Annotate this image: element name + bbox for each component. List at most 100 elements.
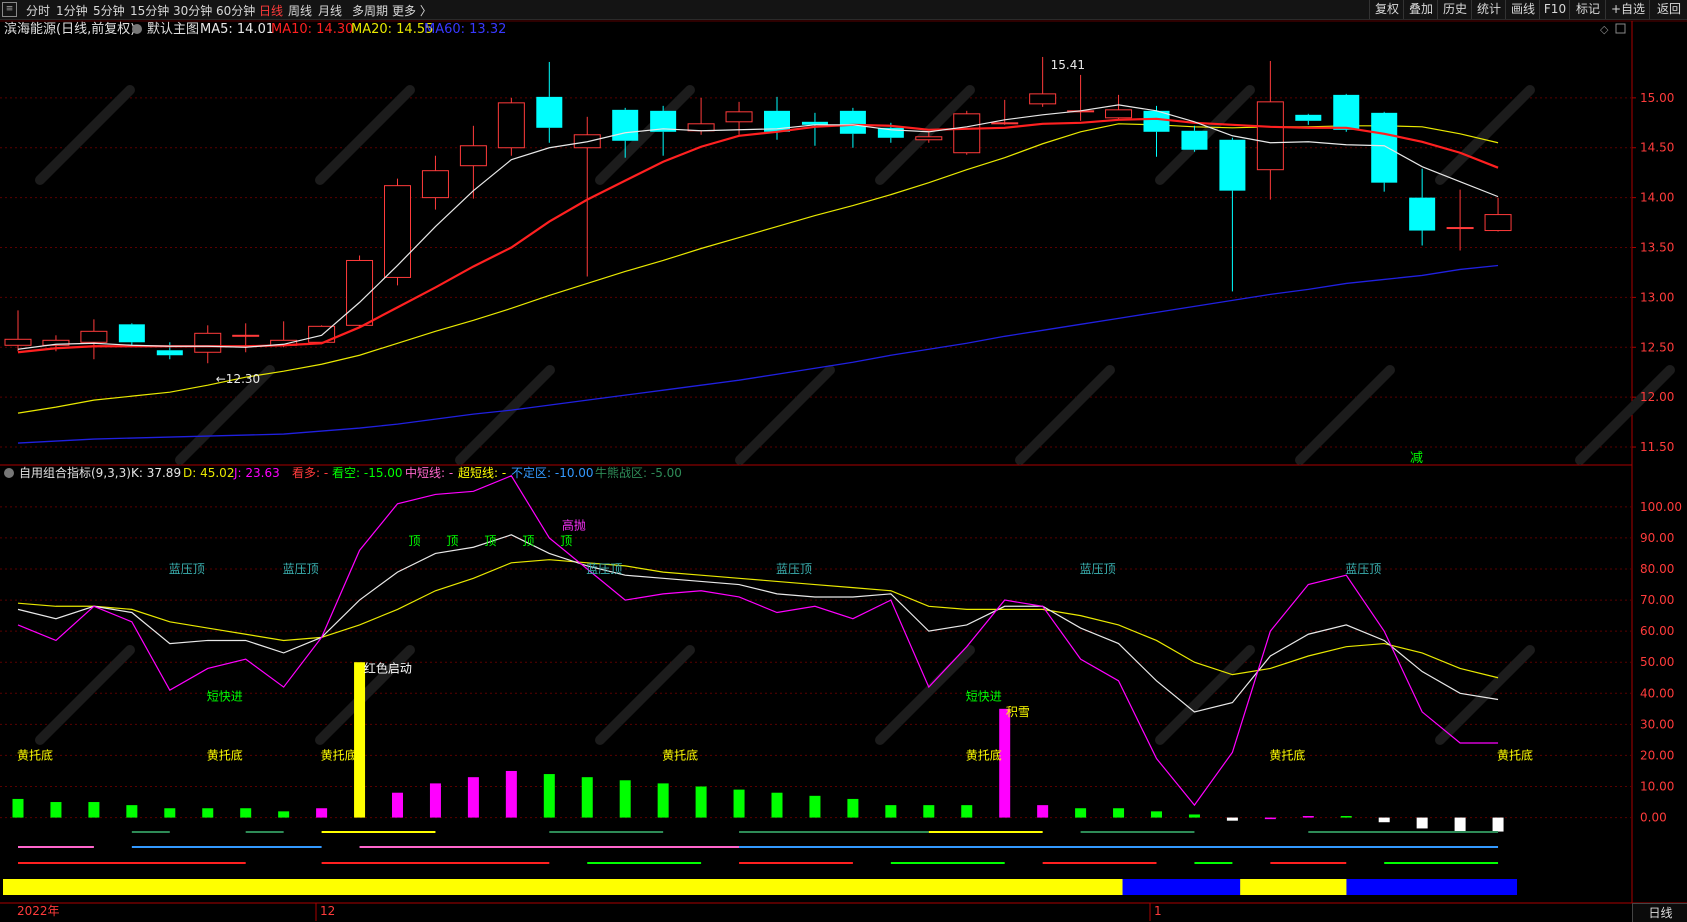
- indicator-tick-label: 10.00: [1640, 780, 1674, 794]
- d-value: D: 45.02: [183, 466, 234, 480]
- watermark-stroke: [315, 85, 415, 185]
- signal-label: 顶: [446, 534, 458, 548]
- signal-bar: [1264, 817, 1276, 820]
- signal-bar: [619, 780, 631, 818]
- candle-body-down: [1181, 130, 1208, 150]
- mid-value: 中短线: -: [405, 465, 453, 480]
- price-tick-label: 12.50: [1640, 340, 1674, 354]
- indicator-tick-label: 0.00: [1640, 811, 1667, 825]
- signal-bar: [278, 811, 290, 818]
- watermark-stroke: [875, 645, 975, 745]
- indicator-name[interactable]: 自用组合指标(9,3,3): [19, 465, 131, 480]
- low-price-label: ←12.30: [216, 372, 260, 386]
- candle-body-up: [497, 102, 525, 149]
- indicator-axis: 100.00 90.00 80.00 70.00 60.00 50.00 40.00 30.0…: [1640, 500, 1682, 825]
- signal-bar: [1113, 808, 1125, 818]
- indicator-tick-label: 50.00: [1640, 655, 1674, 669]
- candle-body-down: [839, 110, 866, 134]
- signal-label: 短快进: [207, 689, 243, 703]
- settings-icon[interactable]: [132, 24, 142, 34]
- candle-body-up: [1484, 214, 1512, 232]
- candle-body-up: [915, 136, 943, 141]
- signal-bar: [164, 808, 176, 818]
- signal-label: 黄托底: [17, 747, 53, 762]
- diamond-icon[interactable]: ◇: [1600, 23, 1609, 36]
- signal-bar: [923, 805, 935, 818]
- signal-label: 积雪: [1006, 705, 1030, 719]
- signal-bar: [885, 805, 897, 818]
- signal-bar: [657, 783, 669, 818]
- candle-body-up: [421, 170, 449, 199]
- signal-bar: [695, 786, 707, 818]
- window-icon[interactable]: [1615, 23, 1626, 34]
- signal-bars: [12, 662, 1504, 832]
- candle-body-down: [1295, 114, 1322, 121]
- watermark-stroke: [735, 365, 835, 465]
- signal-label: 黄托底: [1497, 747, 1533, 762]
- signal-bar: [392, 792, 403, 818]
- indicator-tick-label: 100.00: [1640, 500, 1682, 514]
- candle-body-down: [156, 350, 183, 356]
- signal-bar: [1416, 817, 1428, 829]
- high-price-label: 15.41: [1051, 58, 1085, 72]
- price-tick-label: 12.00: [1640, 390, 1674, 404]
- trend-band-segment: [1122, 879, 1256, 895]
- date-label-dec: 12: [320, 904, 335, 918]
- signal-label: 高抛: [562, 518, 586, 533]
- candle-body-down: [1409, 197, 1436, 231]
- candle-body-up: [232, 334, 260, 337]
- signal-bar: [202, 808, 214, 818]
- candle-body-down: [1333, 94, 1360, 130]
- indicator-tick-label: 70.00: [1640, 593, 1674, 607]
- candle-body-up: [953, 113, 981, 154]
- candle-body-up: [1105, 109, 1133, 119]
- signal-bar: [581, 777, 593, 818]
- signal-bar: [1302, 816, 1314, 818]
- indicator-tick-label: 90.00: [1640, 531, 1674, 545]
- ma10-value: MA10: 14.30: [271, 22, 353, 37]
- signal-bar: [1340, 816, 1352, 818]
- signal-bar: [961, 805, 973, 818]
- price-tick-label: 15.00: [1640, 91, 1674, 105]
- trend-band: [3, 879, 1518, 895]
- signal-label: 红色启动: [364, 660, 412, 675]
- watermark-stroke: [1295, 365, 1395, 465]
- candle-body-down: [1219, 139, 1246, 191]
- signal-bar: [240, 808, 252, 818]
- trend-band-segment: [1240, 879, 1362, 895]
- ma60-polyline: [17, 264, 1499, 444]
- watermark-stroke: [455, 365, 555, 465]
- signal-bar: [126, 805, 138, 818]
- signal-bar: [1226, 817, 1238, 821]
- j-value: J: 23.63: [233, 466, 280, 480]
- price-tick-label: 11.50: [1640, 440, 1674, 454]
- candle-body-up: [4, 338, 32, 346]
- signal-bar: [1151, 811, 1162, 818]
- trend-band-segment: [3, 879, 1138, 895]
- candle-body-up: [1029, 93, 1057, 105]
- template-label[interactable]: 默认主图: [147, 21, 199, 37]
- signal-label: 顶: [560, 534, 572, 548]
- ultra-value: 超短线: -: [458, 465, 506, 480]
- signal-bar: [771, 792, 783, 818]
- candlesticks: [4, 56, 1512, 364]
- candle-body-down: [118, 324, 145, 343]
- watermark-stroke: [35, 85, 135, 185]
- ma60-line: [17, 264, 1499, 444]
- candle-body-up: [194, 332, 222, 353]
- candle-body-up: [80, 330, 108, 343]
- zone-value: 牛熊战区: -5.00: [595, 465, 682, 480]
- signal-bar: [505, 770, 517, 818]
- kline-chart[interactable]: 15.00 14.50 14.00 13.50 13.00 12.50 12.00 11.50…: [0, 0, 1687, 921]
- watermark-stroke: [1015, 365, 1115, 465]
- watermark-stroke: [35, 645, 135, 745]
- signal-label: 顶: [408, 534, 420, 548]
- bull-value: 看多: -: [292, 466, 328, 480]
- signal-label: 蓝压顶: [586, 562, 622, 576]
- signal-bar: [1378, 817, 1390, 823]
- signal-bar: [429, 783, 441, 818]
- signal-bar: [809, 795, 821, 818]
- indicator-settings-icon[interactable]: [4, 468, 14, 478]
- period-footer-tab[interactable]: 日线: [1632, 903, 1687, 922]
- signal-bar: [12, 798, 24, 818]
